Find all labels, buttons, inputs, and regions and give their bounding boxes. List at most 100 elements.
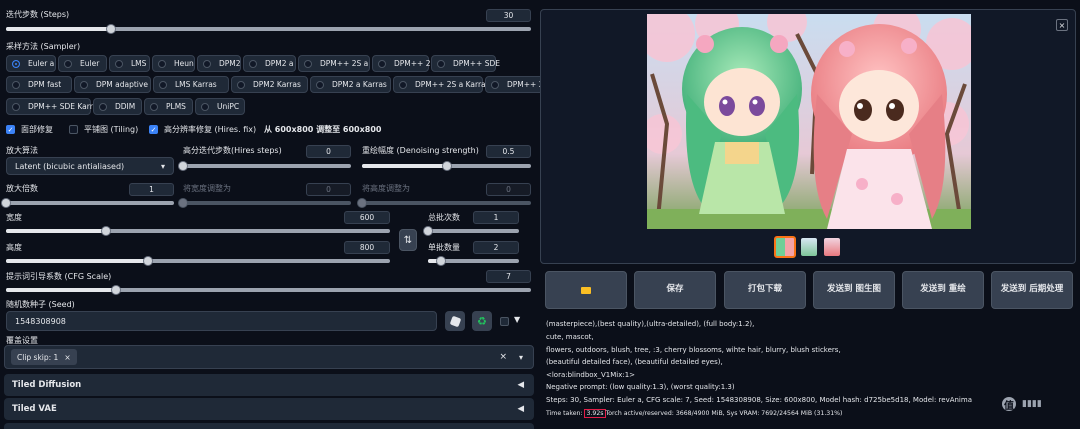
generated-image[interactable] [647, 14, 971, 229]
face-restore-checkbox[interactable]: ✓ 面部修复 [6, 124, 53, 135]
dropdown-arrow-icon[interactable]: ▾ [519, 353, 523, 362]
accordion-tiled-diffusion[interactable]: Tiled Diffusion ◀ [4, 374, 534, 396]
tiling-checkbox[interactable]: 平铺图 (Tiling) [69, 124, 138, 135]
gallery-thumbnail-1[interactable] [774, 236, 796, 258]
sampler-option[interactable]: PLMS [144, 98, 193, 115]
sampler-option[interactable]: DPM fast [6, 76, 72, 93]
seed-input[interactable]: 1548308908 [6, 311, 437, 331]
accordion-tiled-diffusion-label: Tiled Diffusion [12, 380, 82, 390]
save-button[interactable]: 保存 [634, 271, 716, 309]
sampler-option[interactable]: DPM++ 2S a Karras [393, 76, 490, 93]
override-settings-input[interactable]: Clip skip: 1 × × ▾ [4, 345, 534, 369]
sampler-option[interactable]: LMS Karras [153, 76, 229, 93]
sampler-option[interactable]: DPM2 [197, 55, 241, 72]
resize-height-input[interactable]: 0 [486, 183, 531, 196]
sampler-option-label: DDIM [115, 102, 136, 111]
hires-fix-checkbox[interactable]: ✓ 高分辨率修复 (Hires. fix) [149, 124, 256, 135]
sampler-option[interactable]: UniPC [195, 98, 245, 115]
radio-dot-icon [378, 59, 386, 68]
close-icon[interactable]: × [1056, 19, 1068, 31]
resize-width-input[interactable]: 0 [306, 183, 351, 196]
sampler-option-label: DPM2 a Karras [332, 80, 387, 89]
width-input[interactable]: 600 [344, 211, 390, 224]
accordion-tiled-vae-label: Tiled VAE [12, 404, 57, 414]
steps-input[interactable]: 30 [486, 9, 531, 22]
generation-info-line: flowers, outdoors, blush, tree, :3, cher… [546, 346, 841, 354]
sampler-option-label: LMS Karras [175, 80, 217, 89]
zip-download-button[interactable]: 打包下载 [724, 271, 806, 309]
sampler-option[interactable]: DPM2 a [243, 55, 296, 72]
hires-fix-checkbox-box[interactable]: ✓ [149, 125, 158, 134]
sampler-option[interactable]: DPM adaptive [74, 76, 151, 93]
sampler-option-label: DPM fast [28, 80, 62, 89]
cfg-slider[interactable] [6, 285, 531, 295]
batch-count-label: 总批次数 [428, 213, 460, 222]
radio-dot-icon [99, 102, 107, 111]
extra-toggle-icon[interactable]: ▼ [514, 315, 520, 324]
send-to-img2img-button[interactable]: 发送到 图生图 [813, 271, 895, 309]
sampler-option-label: DPM2 Karras [253, 80, 301, 89]
hires-steps-label: 高分迭代步数(Hires steps) [183, 146, 282, 155]
upscale-by-input[interactable]: 1 [129, 183, 174, 196]
sampler-option-label: Heun [174, 59, 194, 68]
tag-remove-icon[interactable]: × [64, 353, 70, 362]
width-slider[interactable] [6, 226, 390, 236]
sampler-option[interactable]: DPM++ SDE Karras [6, 98, 101, 115]
radio-dot-icon [12, 59, 20, 68]
sampler-option[interactable]: DPM++ 2M [372, 55, 437, 72]
time-taken-line: Time taken: 3.92s Torch active/reserved: … [546, 409, 842, 418]
watermark-logo-icon: 值 [1002, 397, 1016, 412]
sampler-option[interactable]: DPM++ 2S a [298, 55, 370, 72]
accordion-next[interactable] [4, 423, 534, 429]
hires-steps-input[interactable]: 0 [306, 145, 351, 158]
denoise-input[interactable]: 0.5 [486, 145, 531, 158]
face-restore-checkbox-box[interactable]: ✓ [6, 125, 15, 134]
face-restore-label: 面部修复 [21, 125, 53, 134]
batch-size-label: 单批数量 [428, 243, 460, 252]
sampler-option[interactable]: DPM2 a Karras [310, 76, 391, 93]
sampler-option[interactable]: LMS [109, 55, 150, 72]
send-to-inpaint-button[interactable]: 发送到 重绘 [902, 271, 984, 309]
resize-height-slider[interactable] [357, 198, 531, 208]
cfg-input[interactable]: 7 [486, 270, 531, 283]
denoise-slider[interactable] [362, 161, 531, 171]
resize-width-label: 将宽度调整为 [183, 184, 231, 193]
upscale-by-slider[interactable] [1, 198, 174, 208]
sampler-option[interactable]: Euler [58, 55, 107, 72]
open-folder-button[interactable] [545, 271, 627, 309]
sampler-option[interactable]: DPM++ SDE [431, 55, 500, 72]
hires-steps-slider[interactable] [178, 161, 351, 171]
sampler-option[interactable]: Euler a [6, 55, 56, 72]
swap-dimensions-button[interactable]: ⇅ [399, 229, 417, 251]
sampler-option[interactable]: DDIM [93, 98, 142, 115]
extra-seed-checkbox[interactable] [500, 317, 509, 326]
gallery-thumbnail-2[interactable] [801, 238, 817, 256]
height-slider[interactable] [6, 256, 390, 266]
sampler-option[interactable]: Heun [152, 55, 195, 72]
random-seed-button[interactable] [445, 311, 465, 331]
upscale-by-label: 放大倍数 [6, 184, 38, 193]
steps-label: 迭代步数 (Steps) [6, 10, 70, 19]
gallery-thumbnail-3[interactable] [824, 238, 840, 256]
generation-info-line: (masterpiece),(best quality),(ultra-deta… [546, 320, 755, 328]
resize-width-slider[interactable] [178, 198, 351, 208]
steps-slider[interactable] [6, 24, 531, 34]
radio-dot-icon [437, 59, 445, 68]
clear-all-icon[interactable]: × [499, 352, 507, 362]
tiling-checkbox-box[interactable] [69, 125, 78, 134]
accordion-tiled-vae[interactable]: Tiled VAE ◀ [4, 398, 534, 420]
height-input[interactable]: 800 [344, 241, 390, 254]
reuse-seed-button[interactable]: ♻ [472, 311, 492, 331]
radio-dot-icon [12, 80, 20, 89]
sampler-option[interactable]: DPM2 Karras [231, 76, 308, 93]
upscaler-select[interactable]: Latent (bicubic antialiased) ▾ [6, 157, 174, 175]
batch-count-slider[interactable] [423, 226, 519, 236]
sampler-option-label: DPM++ 2S a Karras [415, 80, 490, 89]
batch-size-input[interactable]: 2 [473, 241, 519, 254]
batch-count-input[interactable]: 1 [473, 211, 519, 224]
send-to-extras-button[interactable]: 发送到 后期处理 [991, 271, 1073, 309]
clip-skip-tag: Clip skip: 1 × [11, 349, 77, 365]
sampler-label: 采样方法 (Sampler) [6, 42, 81, 51]
height-label: 高度 [6, 243, 22, 252]
batch-size-slider[interactable] [428, 256, 519, 266]
